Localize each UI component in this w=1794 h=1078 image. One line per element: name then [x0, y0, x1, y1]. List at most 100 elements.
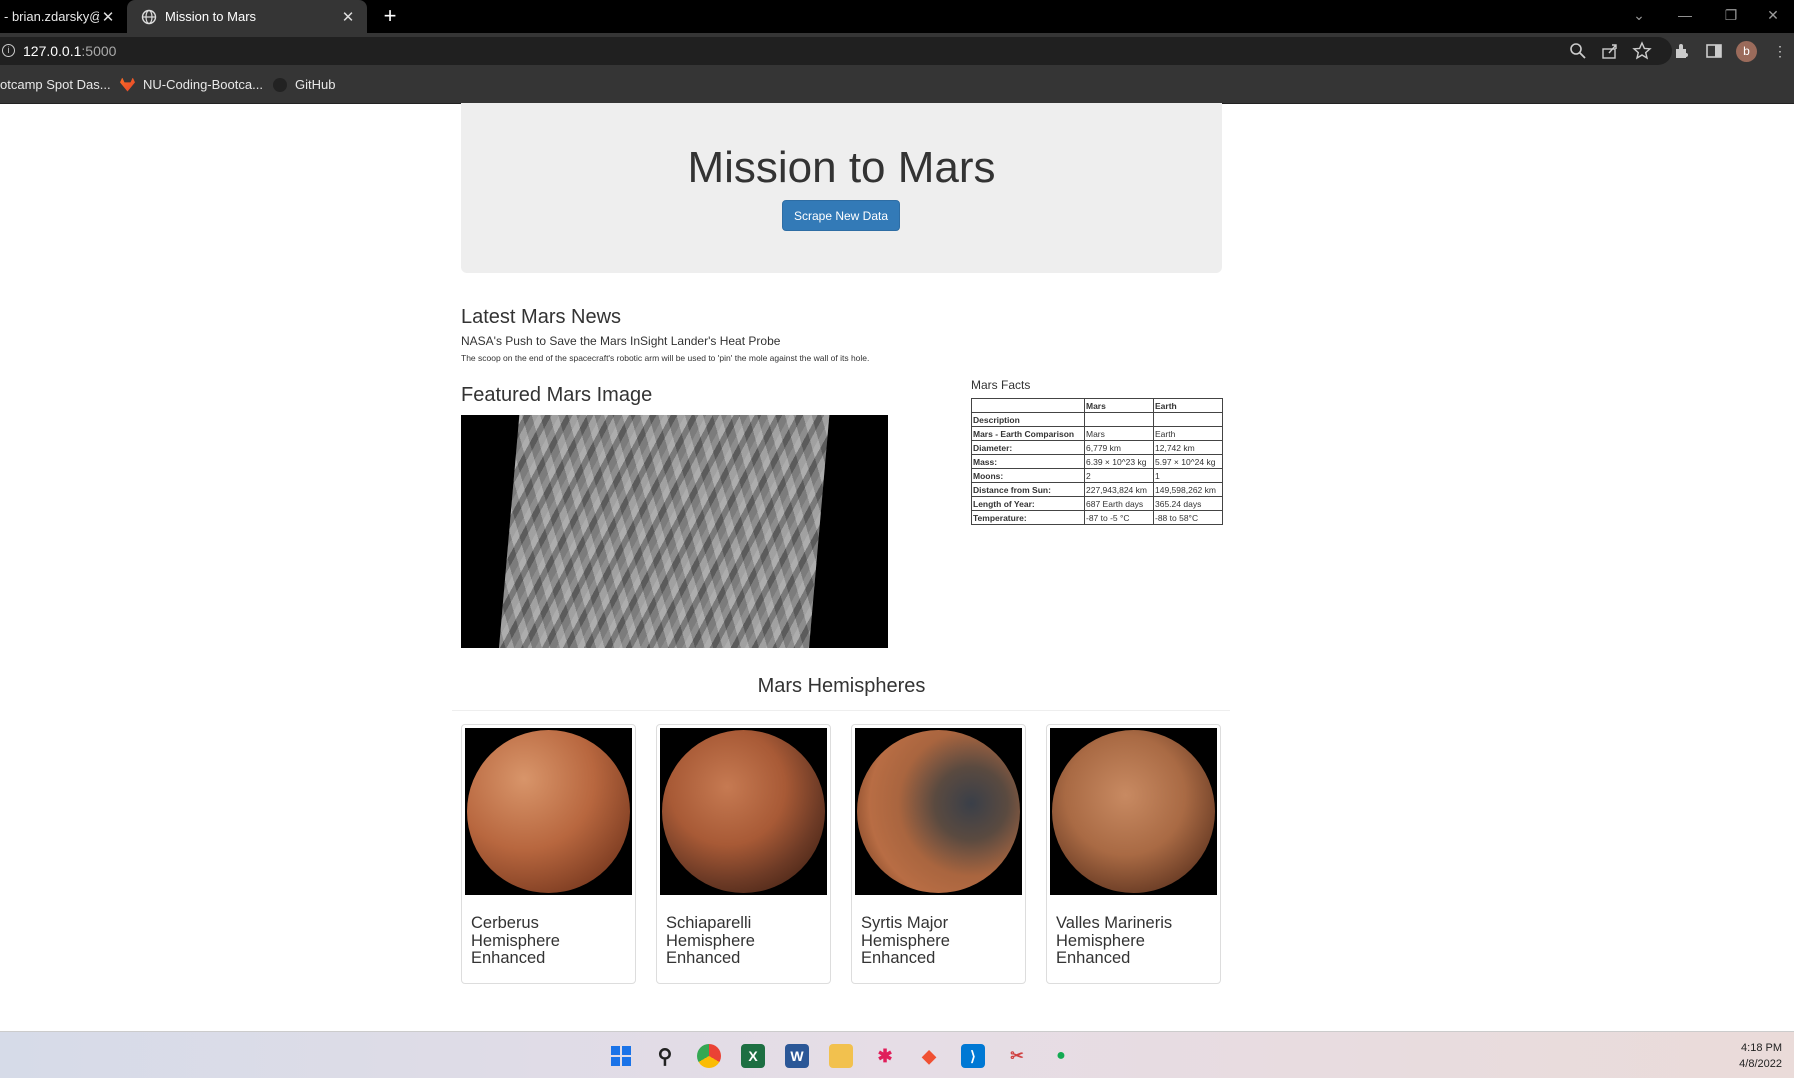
bookmark-item[interactable]: otcamp Spot Das... — [0, 77, 111, 92]
browser-tab-bar: - brian.zdarsky@g ✕ Mission to Mars ✕ + … — [0, 0, 1794, 33]
hemispheres-heading: Mars Hemispheres — [757, 675, 926, 697]
bookmark-label: GitHub — [295, 77, 336, 92]
bookmark-item[interactable]: GitHub — [273, 77, 335, 92]
table-row: Length of Year: 687 Earth days 365.24 days — [971, 496, 1223, 511]
vscode-icon[interactable]: ⟩ — [961, 1044, 985, 1068]
info-icon[interactable]: i — [2, 44, 15, 57]
hemisphere-title: Syrtis Major Hemisphere Enhanced — [861, 914, 950, 967]
table-cell: 365.24 days — [1153, 496, 1223, 511]
scrape-new-data-button[interactable]: Scrape New Data — [782, 200, 900, 231]
bookmark-label: otcamp Spot Das... — [0, 77, 111, 92]
new-tab-button[interactable]: + — [378, 4, 402, 28]
mars-globe-image — [857, 730, 1020, 893]
table-cell: 687 Earth days — [1084, 496, 1154, 511]
table-cell: Moons: — [971, 468, 1085, 483]
jumbotron: Mission to Mars Scrape New Data — [461, 103, 1222, 273]
table-cell: Distance from Sun: — [971, 482, 1085, 497]
address-bar: i 127.0.0.1:5000 b ⋮ — [0, 33, 1794, 69]
hemisphere-card[interactable]: Cerberus Hemisphere Enhanced — [461, 724, 636, 984]
mars-facts-table: Mars Earth Description Mars - Earth Comp… — [971, 398, 1223, 525]
url-text: 127.0.0.1:5000 — [23, 43, 116, 59]
featured-image-heading: Featured Mars Image — [461, 384, 653, 406]
snipping-tool-icon[interactable]: ✂ — [1005, 1044, 1029, 1068]
table-cell: 12,742 km — [1153, 440, 1223, 455]
table-header-cell: Earth — [1153, 398, 1223, 413]
table-cell — [1153, 412, 1223, 427]
url-host: 127.0.0.1 — [23, 43, 82, 59]
bookmark-item[interactable]: NU-Coding-Bootca... — [120, 77, 263, 92]
hemisphere-thumbnail[interactable] — [660, 728, 827, 895]
git-icon[interactable]: ◆ — [917, 1044, 941, 1068]
tab-active[interactable]: Mission to Mars ✕ — [127, 0, 367, 33]
news-heading: Latest Mars News — [461, 306, 622, 328]
excel-icon[interactable]: X — [741, 1044, 765, 1068]
system-clock[interactable]: 4:18 PM 4/8/2022 — [1739, 1040, 1782, 1072]
table-cell: 1 — [1153, 468, 1223, 483]
bookmarks-bar: otcamp Spot Das... NU-Coding-Bootca... G… — [0, 69, 1794, 104]
table-header-row: Mars Earth — [971, 398, 1223, 413]
hemisphere-card[interactable]: Syrtis Major Hemisphere Enhanced — [851, 724, 1026, 984]
windows-logo-icon — [611, 1046, 631, 1066]
gitlab-icon — [120, 77, 135, 92]
hemisphere-card[interactable]: Valles Marineris Hemisphere Enhanced — [1046, 724, 1221, 984]
url-field[interactable]: i 127.0.0.1:5000 — [0, 37, 1672, 65]
table-row: Description — [971, 412, 1223, 427]
table-cell: Earth — [1153, 426, 1223, 441]
table-cell: Length of Year: — [971, 496, 1085, 511]
hemisphere-thumbnail[interactable] — [465, 728, 632, 895]
mars-facts-heading: Mars Facts — [971, 378, 1031, 392]
side-panel-icon[interactable] — [1704, 41, 1724, 61]
table-cell: 2 — [1084, 468, 1154, 483]
table-row: Temperature: -87 to -5 °C -88 to 58°C — [971, 510, 1223, 525]
close-window-icon[interactable]: ✕ — [1752, 0, 1794, 33]
mongodb-icon[interactable]: ● — [1049, 1044, 1073, 1068]
share-icon[interactable] — [1600, 41, 1620, 61]
url-port: :5000 — [81, 43, 117, 59]
table-cell: Temperature: — [971, 510, 1085, 525]
slack-icon[interactable]: ✱ — [873, 1044, 897, 1068]
hemisphere-title: Cerberus Hemisphere Enhanced — [471, 914, 560, 967]
table-cell: -87 to -5 °C — [1084, 510, 1154, 525]
tab-inactive[interactable]: - brian.zdarsky@g ✕ — [0, 0, 127, 33]
tab-title: - brian.zdarsky@g — [4, 9, 100, 24]
search-icon[interactable]: ⚲ — [653, 1044, 677, 1068]
bookmark-star-icon[interactable] — [1632, 41, 1652, 61]
file-explorer-icon[interactable] — [829, 1044, 853, 1068]
close-tab-icon[interactable]: ✕ — [99, 8, 117, 26]
hemisphere-card[interactable]: Schiaparelli Hemisphere Enhanced — [656, 724, 831, 984]
mars-globe-image — [1052, 730, 1215, 893]
dune-field-image — [498, 415, 830, 648]
table-cell: -88 to 58°C — [1153, 510, 1223, 525]
table-cell: Mars - Earth Comparison — [971, 426, 1085, 441]
github-icon — [273, 77, 287, 92]
mars-globe-image — [467, 730, 630, 893]
zoom-icon[interactable] — [1568, 41, 1588, 61]
featured-mars-image — [461, 415, 888, 648]
mars-globe-image — [662, 730, 825, 893]
table-row: Distance from Sun: 227,943,824 km 149,598,… — [971, 482, 1223, 497]
extensions-icon[interactable] — [1672, 41, 1692, 61]
chrome-icon[interactable] — [697, 1044, 721, 1068]
restore-icon[interactable]: ❐ — [1710, 0, 1752, 33]
menu-kebab-icon[interactable]: ⋮ — [1770, 41, 1790, 61]
hemisphere-thumbnail[interactable] — [855, 728, 1022, 895]
close-tab-icon[interactable]: ✕ — [339, 8, 357, 26]
hemisphere-title: Valles Marineris Hemisphere Enhanced — [1056, 914, 1173, 967]
table-header-cell: Mars — [1084, 398, 1154, 413]
hemisphere-title: Schiaparelli Hemisphere Enhanced — [666, 914, 755, 967]
table-cell: 5.97 × 10^24 kg — [1153, 454, 1223, 469]
tab-title: Mission to Mars — [165, 9, 257, 24]
start-icon[interactable] — [609, 1044, 633, 1068]
minimize-icon[interactable]: — — [1664, 0, 1706, 33]
table-cell: Mars — [1084, 426, 1154, 441]
profile-avatar[interactable]: b — [1736, 41, 1757, 62]
word-icon[interactable]: W — [785, 1044, 809, 1068]
clock-date: 4/8/2022 — [1739, 1058, 1782, 1070]
tab-search-icon[interactable]: ⌄ — [1618, 0, 1660, 33]
table-header-cell — [971, 398, 1085, 413]
clock-time: 4:18 PM — [1741, 1042, 1782, 1054]
bookmark-label: NU-Coding-Bootca... — [143, 77, 263, 92]
news-teaser: The scoop on the end of the spacecraft's… — [461, 353, 870, 363]
hemisphere-thumbnail[interactable] — [1050, 728, 1217, 895]
table-cell — [1084, 412, 1154, 427]
